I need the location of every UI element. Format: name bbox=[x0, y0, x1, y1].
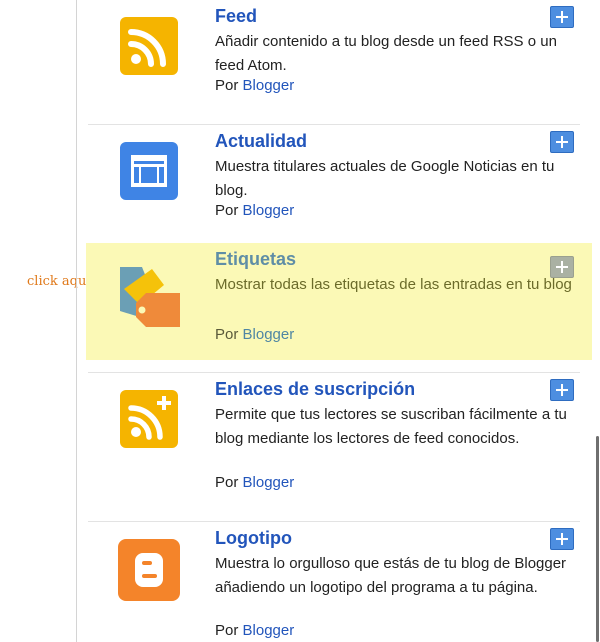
gadget-description: Permite que tus lectores se suscriban fá… bbox=[215, 406, 567, 447]
gadget-description: Muestra lo orgulloso que estás de tu blo… bbox=[215, 555, 567, 596]
author-link[interactable]: Blogger bbox=[243, 474, 295, 491]
gadget-labels: Etiquetas Mostrar todas las etiquetas de… bbox=[86, 243, 592, 360]
gadget-author: Por Blogger bbox=[215, 620, 294, 642]
author-link[interactable]: Blogger bbox=[243, 202, 295, 219]
author-prefix: Por bbox=[215, 326, 239, 343]
rss-feed-icon bbox=[120, 17, 178, 75]
gadget-description: Muestra titulares actuales de Google Not… bbox=[215, 158, 555, 199]
gadget-feed: Feed Añadir contenido a tu blog desde un… bbox=[86, 0, 592, 122]
add-gadget-button[interactable] bbox=[550, 131, 574, 153]
gadget-author: Por Blogger bbox=[215, 75, 294, 97]
author-prefix: Por bbox=[215, 474, 239, 491]
gadget-logo: Logotipo Muestra lo orgulloso que estás … bbox=[86, 522, 592, 642]
gadget-subscription-links: Enlaces de suscripción Permite que tus l… bbox=[86, 373, 592, 519]
gadget-title[interactable]: Feed bbox=[215, 5, 257, 27]
gadget-author: Por Blogger bbox=[215, 472, 294, 494]
gadget-description: Añadir contenido a tu blog desde un feed… bbox=[215, 33, 557, 74]
tags-icon bbox=[120, 267, 180, 327]
add-gadget-button[interactable] bbox=[550, 528, 574, 550]
gadget-author: Por Blogger bbox=[215, 200, 294, 222]
news-icon bbox=[120, 142, 178, 200]
add-gadget-button[interactable] bbox=[550, 379, 574, 401]
add-gadget-button[interactable] bbox=[550, 6, 574, 28]
subscribe-rss-icon bbox=[120, 390, 178, 448]
gadget-news: Actualidad Muestra titulares actuales de… bbox=[86, 125, 592, 243]
gadget-title[interactable]: Actualidad bbox=[215, 130, 307, 152]
gadget-title[interactable]: Enlaces de suscripción bbox=[215, 378, 415, 400]
scrollbar-thumb[interactable] bbox=[596, 436, 599, 642]
gadget-title[interactable]: Logotipo bbox=[215, 527, 292, 549]
author-link[interactable]: Blogger bbox=[243, 326, 295, 343]
gadget-description: Mostrar todas las etiquetas de las entra… bbox=[215, 276, 572, 293]
author-prefix: Por bbox=[215, 622, 239, 639]
author-prefix: Por bbox=[215, 77, 239, 94]
author-link[interactable]: Blogger bbox=[243, 622, 295, 639]
author-prefix: Por bbox=[215, 202, 239, 219]
add-gadget-button[interactable] bbox=[550, 256, 574, 278]
blogger-logo-icon bbox=[118, 539, 180, 601]
gadget-author: Por Blogger bbox=[215, 324, 294, 346]
author-link[interactable]: Blogger bbox=[243, 77, 295, 94]
gadget-title[interactable]: Etiquetas bbox=[215, 248, 296, 270]
